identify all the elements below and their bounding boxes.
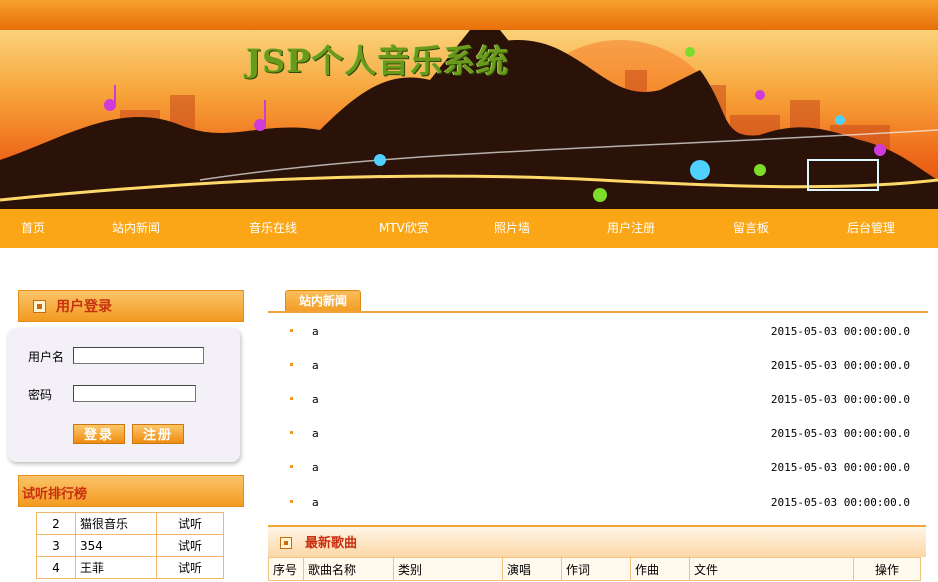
bullet-icon [290,465,293,468]
news-title-link[interactable]: a [312,461,319,474]
tab-news[interactable]: 站内新闻 [285,290,361,312]
login-box-header [18,290,244,322]
bullet-icon [290,329,293,332]
rank-no: 4 [36,556,76,579]
register-button[interactable]: 注册 [132,424,184,444]
news-date: 2015-05-03 00:00:00.0 [770,393,910,406]
listen-link[interactable]: 试听 [156,556,224,579]
news-title-link[interactable]: a [312,496,319,509]
nav-admin[interactable]: 后台管理 [847,209,895,248]
ranking-table: 2 猫很音乐 试听 3 354 试听 4 王菲 试听 [36,512,224,579]
col-header: 作词 [561,557,631,581]
nav-home[interactable]: 首页 [21,209,45,248]
rank-no: 2 [36,512,76,535]
rank-no: 3 [36,534,76,557]
table-row: 2 猫很音乐 试听 [36,512,224,535]
bullet-icon [290,363,293,366]
password-label: 密码 [28,388,53,402]
song-name-link[interactable]: 354 [75,534,157,557]
header-banner: JSP个人音乐系统 [0,30,938,210]
list-item: a 2015-05-03 00:00:00.0 [290,359,910,373]
login-button[interactable]: 登录 [73,424,125,444]
song-name-link[interactable]: 王菲 [75,556,157,579]
nav-mtv[interactable]: MTV欣赏 [379,209,429,248]
box-icon [33,300,46,313]
latest-songs-title: 最新歌曲 [305,536,358,551]
col-header: 演唱 [502,557,562,581]
col-header: 文件 [689,557,854,581]
nav-photo-wall[interactable]: 照片墙 [494,209,530,248]
list-item: a 2015-05-03 00:00:00.0 [290,325,910,339]
news-date: 2015-05-03 00:00:00.0 [770,325,910,338]
bullet-icon [290,431,293,434]
col-header: 作曲 [630,557,690,581]
col-header: 歌曲名称 [303,557,394,581]
username-label: 用户名 [28,350,65,364]
top-bar [0,0,938,30]
listen-link[interactable]: 试听 [156,512,224,535]
username-input[interactable] [73,347,204,364]
list-item: a 2015-05-03 00:00:00.0 [290,393,910,407]
list-item: a 2015-05-03 00:00:00.0 [290,496,910,510]
password-input[interactable] [73,385,196,402]
news-date: 2015-05-03 00:00:00.0 [770,461,910,474]
col-header: 操作 [853,557,921,581]
list-item: a 2015-05-03 00:00:00.0 [290,427,910,441]
table-row: 3 354 试听 [36,534,224,557]
song-name-link[interactable]: 猫很音乐 [75,512,157,535]
latest-songs-header [268,525,926,557]
news-divider [268,311,928,313]
news-title-link[interactable]: a [312,359,319,372]
nav-register[interactable]: 用户注册 [607,209,655,248]
listen-link[interactable]: 试听 [156,534,224,557]
list-item: a 2015-05-03 00:00:00.0 [290,461,910,475]
nav-news[interactable]: 站内新闻 [112,209,160,248]
table-row: 4 王菲 试听 [36,556,224,579]
news-title-link[interactable]: a [312,393,319,406]
news-date: 2015-05-03 00:00:00.0 [770,427,910,440]
ranking-title: 试听排行榜 [22,487,88,502]
login-title: 用户登录 [56,299,112,315]
nav-guestbook[interactable]: 留言板 [733,209,769,248]
news-title-link[interactable]: a [312,427,319,440]
songs-table: 序号 歌曲名称 类别 演唱 作词 作曲 文件 操作 [268,557,921,581]
box-icon [280,537,292,549]
main-nav: 首页 站内新闻 音乐在线 MTV欣赏 照片墙 用户注册 留言板 后台管理 [0,209,938,248]
col-header: 类别 [393,557,503,581]
news-title-link[interactable]: a [312,325,319,338]
bullet-icon [290,397,293,400]
col-header: 序号 [268,557,304,581]
table-header-row: 序号 歌曲名称 类别 演唱 作词 作曲 文件 操作 [268,557,921,581]
news-date: 2015-05-03 00:00:00.0 [770,359,910,372]
nav-music-online[interactable]: 音乐在线 [249,209,297,248]
site-title: JSP个人音乐系统 [246,42,510,80]
bullet-icon [290,500,293,503]
news-date: 2015-05-03 00:00:00.0 [770,496,910,509]
